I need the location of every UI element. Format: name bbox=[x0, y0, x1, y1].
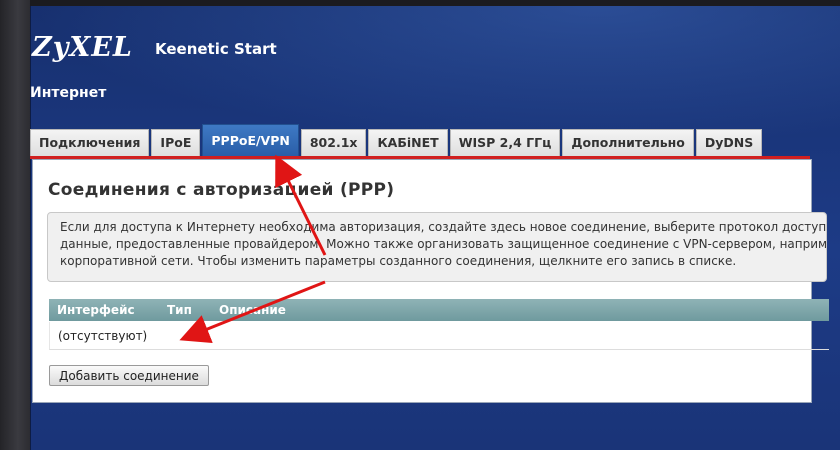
tab-bar: Подключения IPoE PPPoE/VPN 802.1x КАБiNE… bbox=[30, 124, 764, 156]
info-box: Если для доступа к Интернету необходима … bbox=[47, 212, 827, 282]
column-header-description[interactable]: Описание bbox=[219, 299, 286, 321]
table-empty-row: (отсутствуют) bbox=[49, 322, 829, 350]
window-left-edge bbox=[0, 0, 30, 450]
info-line: данные, предоставленные провайдером. Мож… bbox=[60, 237, 827, 251]
zyxel-logo: ZyXEL bbox=[32, 32, 133, 63]
connections-table-header: Интерфейс Тип Описание bbox=[49, 299, 829, 321]
tab-dydns[interactable]: DyDNS bbox=[695, 129, 763, 156]
tab-advanced[interactable]: Дополнительно bbox=[562, 129, 694, 156]
product-name: Keenetic Start bbox=[155, 40, 277, 58]
info-line: корпоративной сети. Чтобы изменить парам… bbox=[60, 254, 737, 268]
tab-ipoe[interactable]: IPoE bbox=[151, 129, 201, 156]
column-header-type[interactable]: Тип bbox=[167, 299, 192, 321]
column-header-interface[interactable]: Интерфейс bbox=[57, 299, 135, 321]
info-line: Если для доступа к Интернету необходима … bbox=[60, 220, 827, 234]
panel-title: Соединения с авторизацией (PPP) bbox=[48, 180, 395, 200]
ppp-connections-panel: Соединения с авторизацией (PPP) Если для… bbox=[32, 159, 829, 403]
tab-kabinet[interactable]: КАБiNET bbox=[368, 129, 448, 156]
add-connection-button[interactable]: Добавить соединение bbox=[49, 365, 209, 386]
tab-pppoe-vpn[interactable]: PPPoE/VPN bbox=[202, 124, 299, 156]
tab-connections[interactable]: Подключения bbox=[30, 129, 150, 156]
tab-8021x[interactable]: 802.1x bbox=[300, 129, 367, 156]
tab-wisp[interactable]: WISP 2,4 ГГц bbox=[449, 129, 561, 156]
section-title: Интернет bbox=[30, 85, 107, 101]
